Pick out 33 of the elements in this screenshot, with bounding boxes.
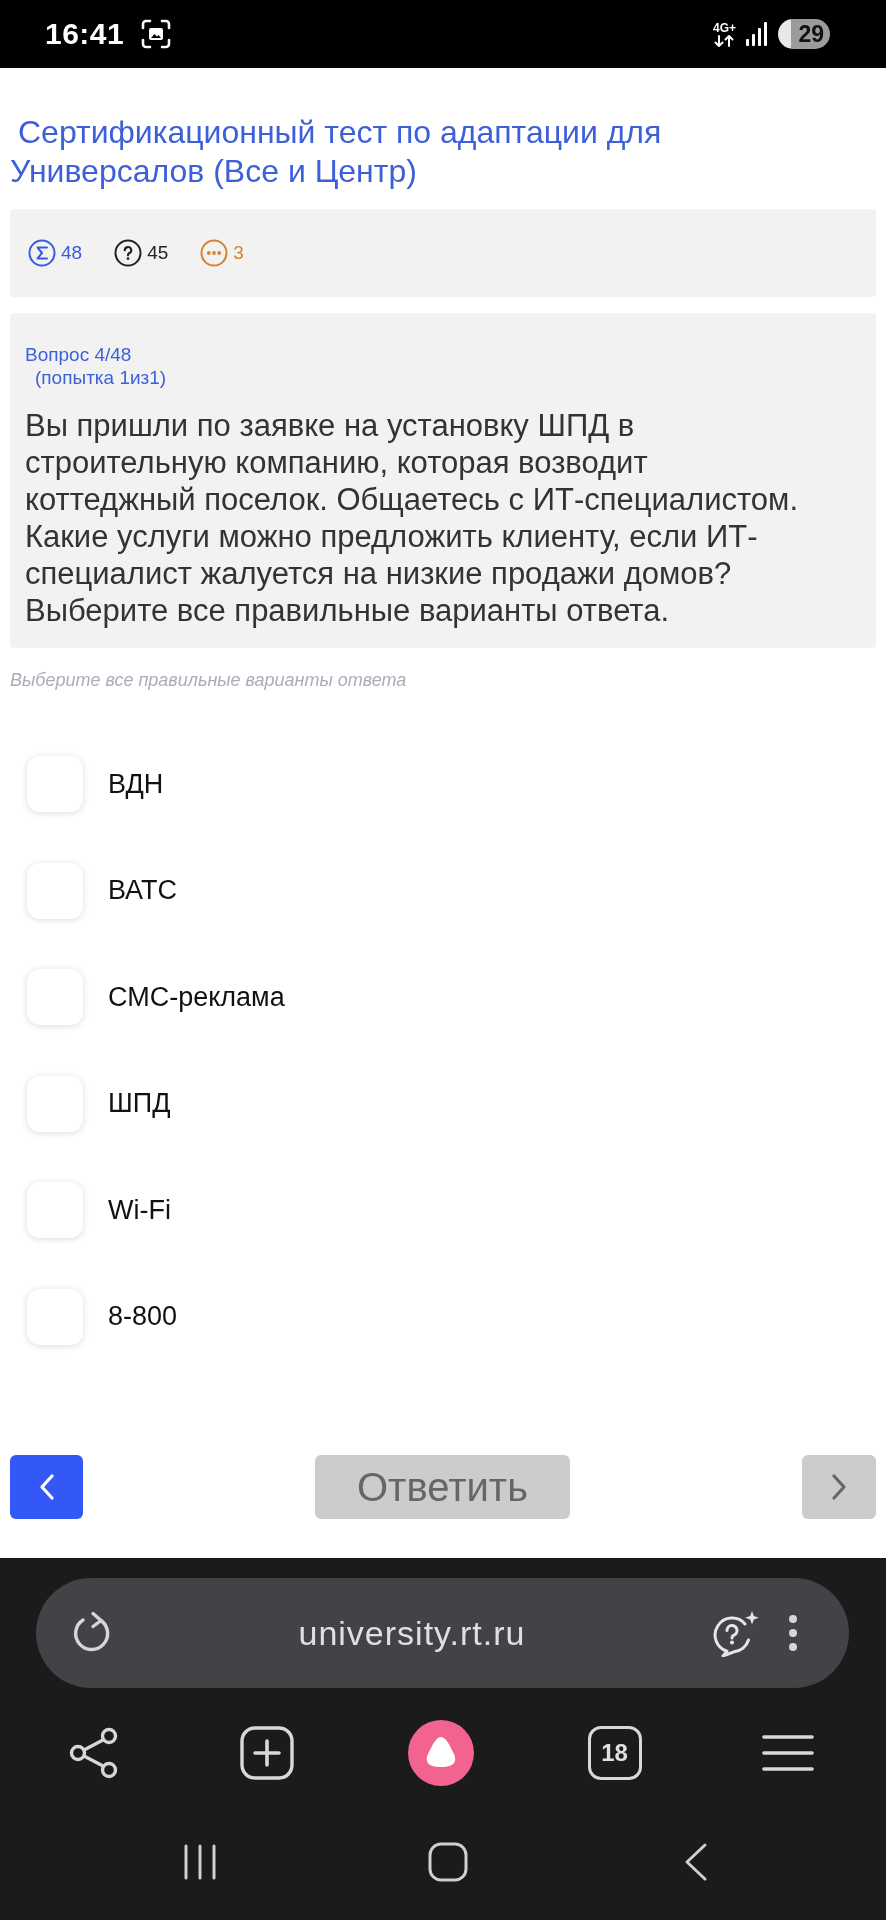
option-label: Wi-Fi bbox=[108, 1194, 171, 1226]
recent-apps-icon[interactable] bbox=[182, 1843, 218, 1881]
network-type: 4G+ bbox=[713, 21, 736, 35]
chevron-right-icon bbox=[831, 1474, 847, 1500]
option-label: ШПД bbox=[108, 1088, 171, 1120]
battery-indicator: 29 bbox=[778, 19, 830, 49]
menu-icon[interactable] bbox=[761, 1733, 816, 1773]
signal-icon bbox=[746, 22, 768, 46]
option-label: ВАТС bbox=[108, 875, 177, 907]
back-button[interactable] bbox=[10, 1455, 83, 1519]
stat-value: 3 bbox=[233, 242, 244, 264]
screenshot-icon bbox=[141, 19, 172, 49]
data-arrows-icon bbox=[713, 34, 736, 47]
stat-value: 48 bbox=[61, 242, 83, 264]
attempt-counter: (попытка 1из1) bbox=[34, 366, 168, 390]
clock-time: 16:41 bbox=[45, 17, 125, 51]
home-icon[interactable] bbox=[428, 1842, 468, 1882]
question-number: Вопрос 4/48 bbox=[25, 344, 133, 366]
tab-count-button[interactable]: 18 bbox=[587, 1726, 642, 1780]
blob-circle-icon[interactable] bbox=[408, 1720, 474, 1786]
test-title: Сертификационный тест по адаптации для Универсалов (Все и Центр) bbox=[10, 113, 663, 191]
option-label: ВДН bbox=[108, 768, 164, 800]
answer-hint: Выберите все правильные варианты ответа bbox=[10, 669, 408, 691]
share-icon[interactable] bbox=[68, 1727, 119, 1779]
new-tab-icon[interactable] bbox=[240, 1726, 295, 1780]
more-icon[interactable] bbox=[788, 1613, 798, 1653]
chevron-left-icon bbox=[38, 1474, 55, 1500]
stat-value: 45 bbox=[147, 242, 169, 264]
option-label: СМС-реклама bbox=[108, 981, 285, 1013]
option-label: 8-800 bbox=[108, 1301, 178, 1333]
url-text[interactable]: university.rt.ru bbox=[114, 1613, 710, 1653]
question-text: Вы пришли по заявке на установку ШПД в строительную компанию, которая возводит коттеджный поселок. Общаетесь с ИТ-специалистом. Какие услуги можно предложить клиенту, если ИТ-специалист жалуется на низкие продажи домов? Выберите все правильные варианты ответа. bbox=[25, 407, 800, 629]
back-icon[interactable] bbox=[683, 1842, 709, 1882]
